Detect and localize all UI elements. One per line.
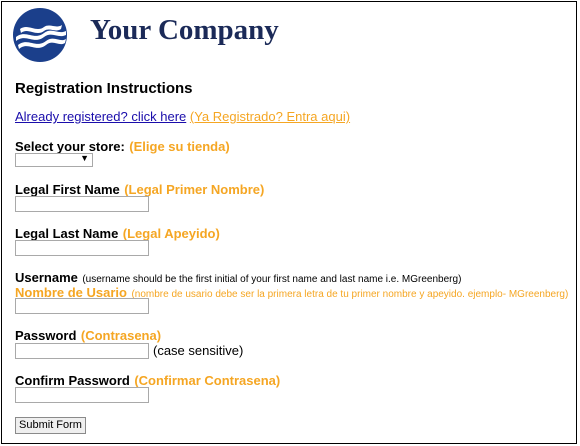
confirm-password-label-es: (Confirmar Contrasena) — [134, 373, 281, 388]
chevron-down-icon: ▼ — [80, 153, 89, 163]
last-name-label: Legal Last Name — [15, 226, 119, 241]
last-name-input[interactable] — [15, 240, 149, 256]
store-label-es: (Elige su tienda) — [129, 139, 230, 154]
confirm-password-input[interactable] — [15, 387, 149, 403]
already-registered-link-es[interactable]: (Ya Registrado? Entra aqui) — [190, 109, 350, 124]
confirm-password-label: Confirm Password — [15, 373, 130, 388]
already-registered-line: Already registered? click here (Ya Regis… — [15, 109, 350, 124]
first-name-label: Legal First Name — [15, 182, 120, 197]
page-title: Registration Instructions — [15, 80, 193, 97]
case-sensitive-hint: (case sensitive) — [153, 343, 244, 358]
store-label: Select your store: — [15, 139, 125, 154]
password-input[interactable] — [15, 343, 149, 359]
username-note-es: (nombre de usario debe ser la primera le… — [131, 289, 569, 300]
last-name-label-es: (Legal Apeyido) — [122, 226, 220, 241]
password-label-es: (Contrasena) — [80, 328, 162, 343]
username-label: Username — [15, 270, 78, 285]
username-input[interactable] — [15, 298, 149, 314]
password-label: Password — [15, 328, 77, 343]
company-logo — [13, 8, 67, 62]
submit-form-button[interactable]: Submit Form — [15, 417, 86, 434]
store-select[interactable]: ▼ — [15, 153, 93, 167]
already-registered-link[interactable]: Already registered? click here — [15, 109, 186, 124]
first-name-input[interactable] — [15, 196, 149, 212]
company-name: Your Company — [90, 14, 279, 46]
first-name-label-es: (Legal Primer Nombre) — [124, 182, 265, 197]
